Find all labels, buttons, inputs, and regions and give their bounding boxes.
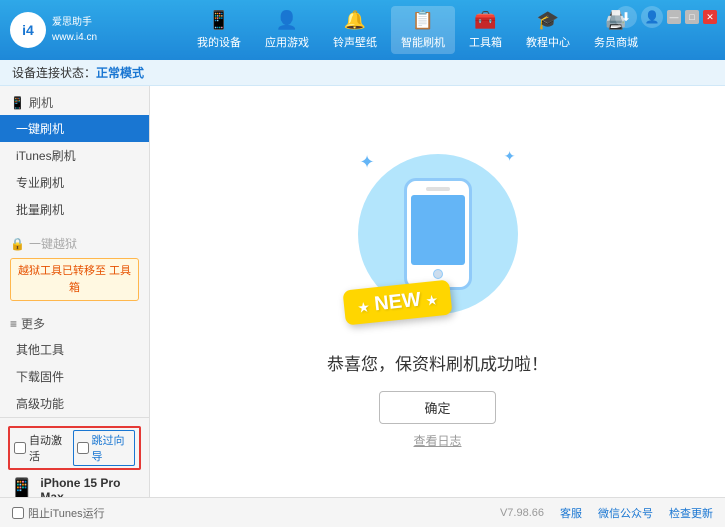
jailbreak-label: 一键越狱 xyxy=(29,235,77,252)
device-name: iPhone 15 Pro Max xyxy=(40,476,141,497)
status-value: 正常模式 xyxy=(96,64,144,81)
sidebar-item-pro-flash[interactable]: 专业刷机 xyxy=(0,169,149,196)
nav-tab-merchant-label: 务员商城 xyxy=(594,34,638,50)
sidebar-item-advanced[interactable]: 高级功能 xyxy=(0,390,149,417)
auto-activate-checkbox-item[interactable]: 自动激活 xyxy=(14,432,69,464)
lock-icon: 🔒 xyxy=(10,237,25,251)
download-icon[interactable]: ⬇ xyxy=(615,6,637,28)
check-update-link[interactable]: 检查更新 xyxy=(669,505,713,521)
skip-wizard-label: 跳过向导 xyxy=(92,432,132,464)
nav-tab-ringtones[interactable]: 🔔 铃声壁纸 xyxy=(323,6,387,54)
logo-text: 爱思助手 www.i4.cn xyxy=(52,15,97,45)
nav-tab-my-device[interactable]: 📱 我的设备 xyxy=(187,6,251,54)
nav-tab-tutorial[interactable]: 🎓 教程中心 xyxy=(516,6,580,54)
nav-tab-ringtones-label: 铃声壁纸 xyxy=(333,34,377,50)
sidebar-bottom: 自动激活 跳过向导 📱 iPhone 15 Pro Max 512GB iPho… xyxy=(0,417,149,497)
sidebar-flash-section: 📱 刷机 xyxy=(0,86,149,115)
ringtones-icon: 🔔 xyxy=(344,10,366,31)
header: i4 爱思助手 www.i4.cn 📱 我的设备 👤 应用游戏 🔔 铃声壁纸 📋… xyxy=(0,0,725,60)
sidebar-item-download-fw[interactable]: 下载固件 xyxy=(0,363,149,390)
status-prefix: 设备连接状态： xyxy=(12,64,96,81)
sidebar-item-batch-flash[interactable]: 批量刷机 xyxy=(0,196,149,223)
wechat-link[interactable]: 微信公众号 xyxy=(598,505,653,521)
sidebar-jailbreak-disabled: 🔒 一键越狱 xyxy=(0,231,149,256)
window-controls: ⬇ 👤 — □ ✕ xyxy=(615,6,717,28)
customer-service-link[interactable]: 客服 xyxy=(560,505,582,521)
prevent-itunes-label: 阻止iTunes运行 xyxy=(28,505,105,521)
nav-tab-my-device-label: 我的设备 xyxy=(197,34,241,50)
log-link[interactable]: 查看日志 xyxy=(413,432,461,449)
sidebar-item-one-key-flash[interactable]: 一键刷机 xyxy=(0,115,149,142)
more-label: 更多 xyxy=(21,315,45,332)
toolbox-icon: 🧰 xyxy=(474,10,496,31)
prevent-itunes-checkbox-item[interactable]: 阻止iTunes运行 xyxy=(12,505,105,521)
apps-games-icon: 👤 xyxy=(276,10,298,31)
main-area: 📱 刷机 一键刷机 iTunes刷机 专业刷机 批量刷机 🔒 一键越狱 越狱工具… xyxy=(0,86,725,497)
sidebar-item-itunes-flash[interactable]: iTunes刷机 xyxy=(0,142,149,169)
user-icon[interactable]: 👤 xyxy=(641,6,663,28)
success-illustration: ✦ ✦ ✦ ★ NEW ★ xyxy=(338,134,538,334)
smart-flash-icon: 📋 xyxy=(412,10,434,31)
skip-wizard-checkbox[interactable] xyxy=(77,442,89,454)
flash-section-label: 刷机 xyxy=(29,94,53,111)
confirm-button[interactable]: 确定 xyxy=(379,391,495,424)
version-text: V7.98.66 xyxy=(500,507,544,519)
new-badge: ★ NEW ★ xyxy=(342,279,452,325)
tutorial-icon: 🎓 xyxy=(537,10,559,31)
auto-activate-checkbox[interactable] xyxy=(14,442,26,454)
phone-screen xyxy=(411,195,465,265)
nav-tab-apps-label: 应用游戏 xyxy=(265,34,309,50)
device-info: 📱 iPhone 15 Pro Max 512GB iPhone xyxy=(8,476,141,497)
skip-wizard-checkbox-item[interactable]: 跳过向导 xyxy=(73,430,136,466)
nav-tab-toolbox[interactable]: 🧰 工具箱 xyxy=(459,6,512,54)
device-icon: 📱 xyxy=(8,477,35,497)
sidebar-item-other-tools[interactable]: 其他工具 xyxy=(0,336,149,363)
jailbreak-notice: 越狱工具已转移至 工具箱 xyxy=(10,258,139,301)
minimize-button[interactable]: — xyxy=(667,10,681,24)
nav-tab-apps-games[interactable]: 👤 应用游戏 xyxy=(255,6,319,54)
sidebar-more-header: ≡ 更多 xyxy=(0,311,149,336)
my-device-icon: 📱 xyxy=(208,10,230,31)
phone-speaker xyxy=(426,187,450,191)
logo: i4 爱思助手 www.i4.cn xyxy=(10,12,120,48)
maximize-button[interactable]: □ xyxy=(685,10,699,24)
sparkle-tl: ✦ xyxy=(360,152,375,173)
checkbox-row: 自动激活 跳过向导 xyxy=(8,426,141,470)
status-bar: 设备连接状态： 正常模式 xyxy=(0,60,725,86)
content-area: ✦ ✦ ✦ ★ NEW ★ 恭喜您，保资料刷机成功啦！ 确定 查看日志 xyxy=(150,86,725,497)
sidebar: 📱 刷机 一键刷机 iTunes刷机 专业刷机 批量刷机 🔒 一键越狱 越狱工具… xyxy=(0,86,150,497)
footer: 阻止iTunes运行 V7.98.66 客服 微信公众号 检查更新 xyxy=(0,497,725,527)
nav-tab-tutorial-label: 教程中心 xyxy=(526,34,570,50)
flash-section-icon: 📱 xyxy=(10,96,25,110)
more-icon: ≡ xyxy=(10,317,17,331)
device-details: iPhone 15 Pro Max 512GB iPhone xyxy=(40,476,141,497)
nav-tab-toolbox-label: 工具箱 xyxy=(469,34,502,50)
nav-tab-smart-flash-label: 智能刷机 xyxy=(401,34,445,50)
logo-circle: i4 xyxy=(10,12,46,48)
success-text: 恭喜您，保资料刷机成功啦！ xyxy=(327,350,548,375)
nav-tab-smart-flash[interactable]: 📋 智能刷机 xyxy=(391,6,455,54)
sparkle-tr: ✦ xyxy=(504,148,516,165)
footer-right: V7.98.66 客服 微信公众号 检查更新 xyxy=(500,505,713,521)
prevent-itunes-checkbox[interactable] xyxy=(12,507,24,519)
phone-home-button xyxy=(433,269,443,279)
auto-activate-label: 自动激活 xyxy=(29,432,69,464)
phone-shape xyxy=(404,178,472,290)
close-button[interactable]: ✕ xyxy=(703,10,717,24)
